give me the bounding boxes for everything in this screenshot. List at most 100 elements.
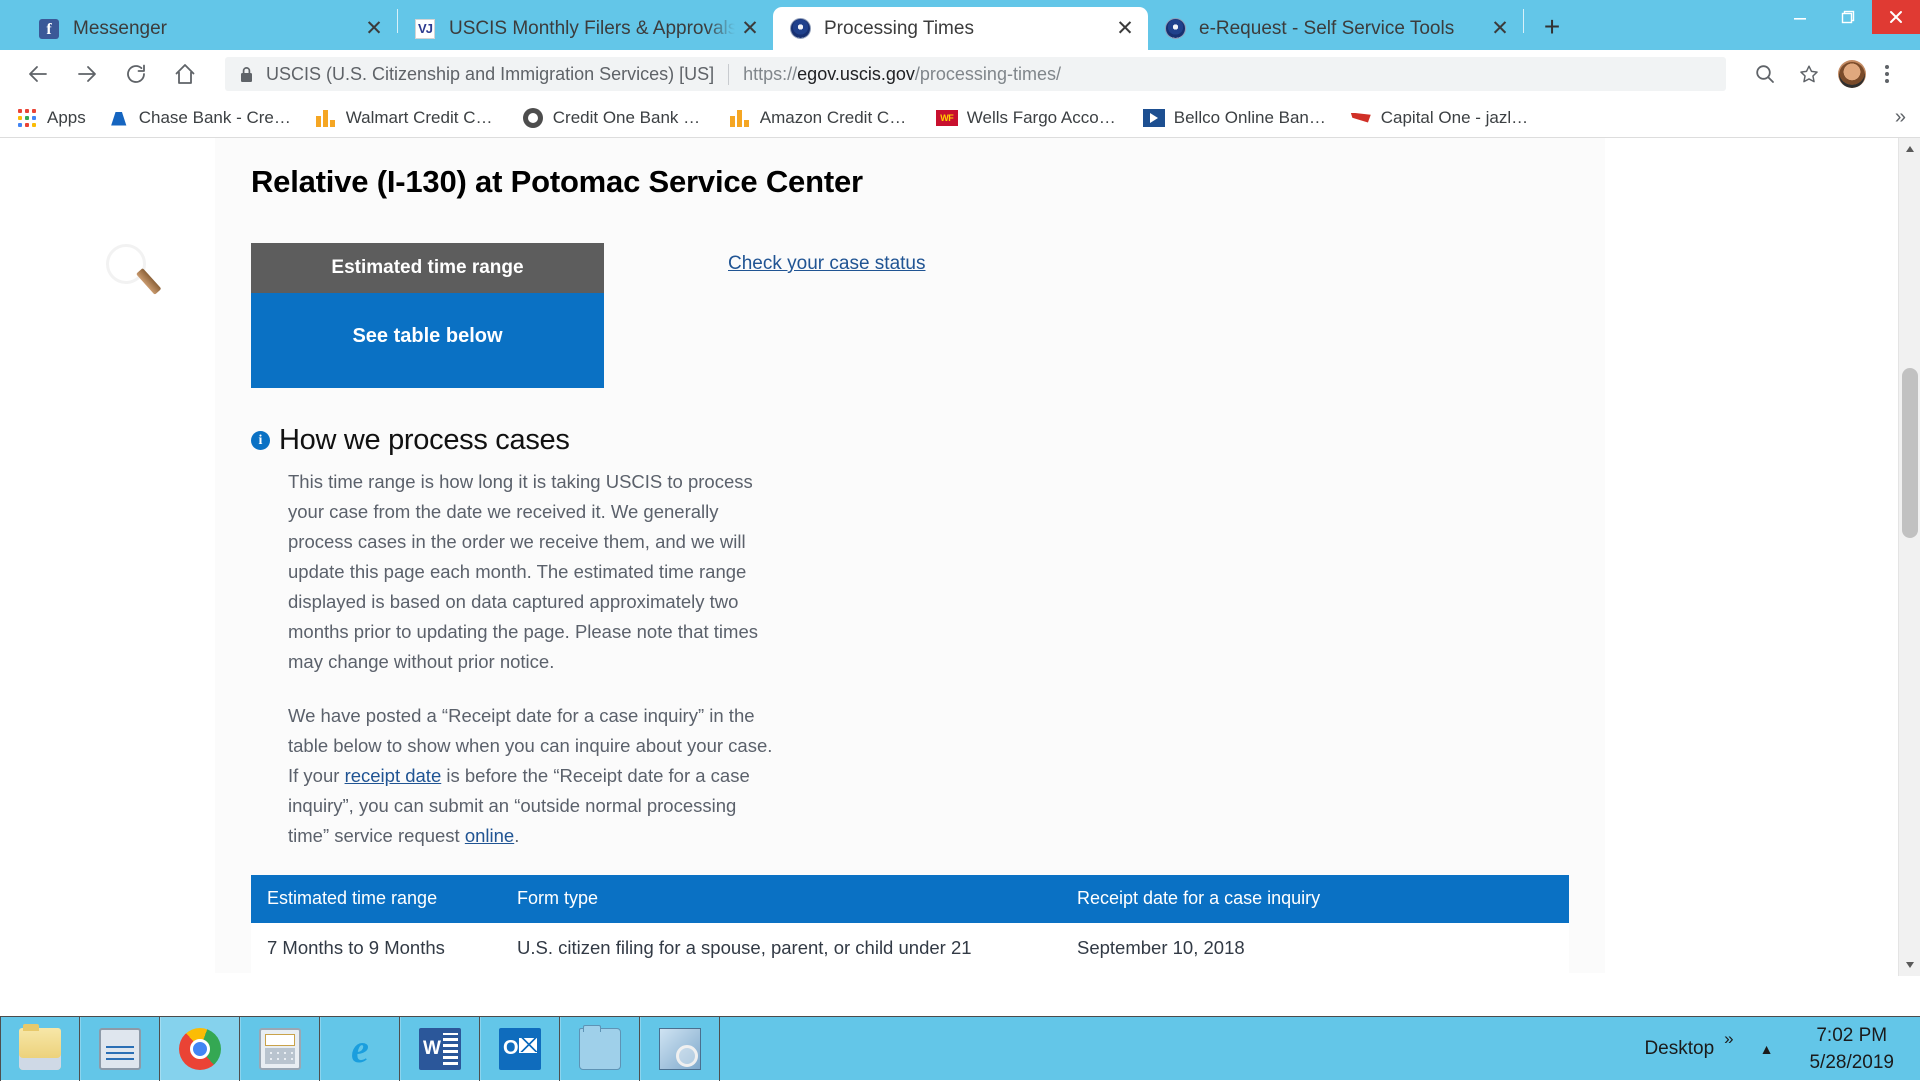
tab-processing-times[interactable]: Processing Times ✕: [773, 7, 1148, 50]
amazon-icon: [729, 107, 751, 129]
search-zoom-icon[interactable]: [1746, 55, 1784, 93]
minimize-icon[interactable]: [1776, 0, 1824, 34]
online-link[interactable]: online: [465, 825, 514, 846]
bookmark-label: Capital One - jazled...: [1381, 108, 1535, 128]
taskbar-clock[interactable]: 7:02 PM 5/28/2019: [1809, 1022, 1910, 1076]
table-header-row: Estimated time range Form type Receipt d…: [251, 875, 1569, 923]
bookmark-label: Bellco Online Banki...: [1174, 108, 1328, 128]
tab-uscis-monthly-filers[interactable]: VJ USCIS Monthly Filers & Approvals ✕: [398, 7, 773, 50]
url-text: https://egov.uscis.gov/processing-times/: [743, 64, 1061, 85]
apps-grid-icon: [16, 107, 38, 129]
forward-icon[interactable]: [67, 54, 107, 94]
windows-taskbar: e W O Desktop » ▲ 7:02 PM 5/28/2019: [0, 1016, 1920, 1080]
tab-separator: [1523, 9, 1524, 33]
tab-strip: f Messenger ✕ VJ USCIS Monthly Filers & …: [0, 0, 1920, 50]
bookmark-credit-one-bank[interactable]: Credit One Bank Of...: [522, 107, 707, 129]
paragraph-receipt-date-inquiry: We have posted a “Receipt date for a cas…: [288, 701, 776, 851]
scrollbar-thumb[interactable]: [1902, 368, 1918, 538]
folder-icon: [579, 1028, 621, 1070]
credit-one-icon: [522, 107, 544, 129]
content-card: Relative (I-130) at Potomac Service Cent…: [215, 138, 1605, 973]
taskbar-search-preview[interactable]: [640, 1017, 720, 1081]
site-identity: USCIS (U.S. Citizenship and Immigration …: [266, 64, 714, 85]
maximize-icon[interactable]: [1824, 0, 1872, 34]
taskbar-microsoft-word[interactable]: W: [400, 1017, 480, 1081]
clock-time: 7:02 PM: [1809, 1022, 1894, 1049]
microsoft-outlook-icon: O: [499, 1028, 541, 1070]
taskbar-items: e W O: [0, 1017, 720, 1081]
page-scrollbar[interactable]: [1898, 138, 1920, 976]
tray-overflow-icon[interactable]: »: [1724, 1029, 1733, 1049]
lock-icon: [239, 66, 254, 83]
taskbar-folder[interactable]: [560, 1017, 640, 1081]
toolbar-actions: [1726, 55, 1902, 93]
bookmark-bellco-online-banking[interactable]: Bellco Online Banki...: [1143, 107, 1328, 129]
home-icon[interactable]: [165, 54, 205, 94]
taskbar-internet-explorer[interactable]: e: [320, 1017, 400, 1081]
chrome-icon: [179, 1028, 221, 1070]
capital-one-icon: [1350, 107, 1372, 129]
tab-close-button[interactable]: ✕: [1110, 14, 1140, 44]
bookmark-label: Amazon Credit Car...: [760, 108, 914, 128]
address-bar[interactable]: USCIS (U.S. Citizenship and Immigration …: [225, 57, 1726, 91]
tab-close-button[interactable]: ✕: [1485, 14, 1515, 44]
tab-title: Messenger: [73, 17, 359, 41]
close-icon[interactable]: [1872, 0, 1920, 34]
tab-erequest-self-service[interactable]: e-Request - Self Service Tools ✕: [1148, 7, 1523, 50]
bookmark-capital-one[interactable]: Capital One - jazled...: [1350, 107, 1535, 129]
bookmarks-overflow-button[interactable]: »: [1895, 106, 1906, 129]
bellco-icon: [1143, 107, 1165, 129]
tab-messenger[interactable]: f Messenger ✕: [22, 7, 397, 50]
tab-title: e-Request - Self Service Tools: [1199, 17, 1485, 41]
show-hidden-icons-icon[interactable]: ▲: [1760, 1041, 1774, 1057]
bookmark-wells-fargo[interactable]: WF Wells Fargo Accoun...: [936, 107, 1121, 129]
bookmark-label: Credit One Bank Of...: [553, 108, 707, 128]
check-case-status-link[interactable]: Check your case status: [728, 253, 925, 275]
taskbar-file-explorer[interactable]: [0, 1017, 80, 1081]
new-tab-button[interactable]: +: [1532, 7, 1572, 47]
taskbar-system-monitor[interactable]: [80, 1017, 160, 1081]
bookmark-walmart-credit-card[interactable]: Walmart Credit Car...: [315, 107, 500, 129]
paragraph-text-part-3: .: [514, 825, 519, 846]
taskbar-microsoft-outlook[interactable]: O: [480, 1017, 560, 1081]
taskbar-chrome[interactable]: [160, 1017, 240, 1081]
browser-window: f Messenger ✕ VJ USCIS Monthly Filers & …: [0, 0, 1920, 1016]
table-row: 7 Months to 9 Months U.S. citizen filing…: [251, 923, 1569, 973]
url-scheme: https://: [743, 64, 797, 84]
chase-icon: [108, 107, 130, 129]
bookmark-amazon-credit-card[interactable]: Amazon Credit Car...: [729, 107, 914, 129]
browser-toolbar: USCIS (U.S. Citizenship and Immigration …: [0, 50, 1920, 98]
walmart-icon: [315, 107, 337, 129]
receipt-date-link[interactable]: receipt date: [345, 765, 442, 786]
vj-icon: VJ: [414, 18, 436, 40]
tab-close-button[interactable]: ✕: [735, 14, 765, 44]
clock-date: 5/28/2019: [1809, 1049, 1894, 1076]
file-explorer-icon: [19, 1028, 61, 1070]
microsoft-word-icon: W: [419, 1028, 461, 1070]
how-we-process-section: i How we process cases This time range i…: [215, 388, 1605, 851]
system-tray: Desktop » ▲ 7:02 PM 5/28/2019: [1644, 1017, 1920, 1081]
page-viewport: Relative (I-130) at Potomac Service Cent…: [0, 138, 1920, 976]
scroll-up-arrow-icon[interactable]: [1899, 138, 1920, 160]
bookmark-label: Apps: [47, 108, 86, 128]
url-path: /processing-times/: [915, 64, 1061, 84]
search-preview-icon: [659, 1028, 701, 1070]
estimated-range-row: Estimated time range See table below Che…: [215, 203, 1605, 388]
tab-title: USCIS Monthly Filers & Approvals: [449, 17, 735, 41]
back-icon[interactable]: [18, 54, 58, 94]
scroll-down-arrow-icon[interactable]: [1899, 954, 1920, 976]
three-dots-menu-icon[interactable]: [1872, 55, 1902, 93]
cell-form-type: U.S. citizen filing for a spouse, parent…: [501, 923, 1061, 973]
taskbar-calculator[interactable]: [240, 1017, 320, 1081]
window-controls: [1776, 0, 1920, 34]
dhs-seal-icon: [789, 18, 811, 40]
reload-icon[interactable]: [116, 54, 156, 94]
calculator-icon: [259, 1028, 301, 1070]
tab-close-button[interactable]: ✕: [359, 14, 389, 44]
bookmark-chase-bank[interactable]: Chase Bank - Credit...: [108, 107, 293, 129]
avatar[interactable]: [1838, 60, 1866, 88]
desktop-label[interactable]: Desktop: [1644, 1038, 1714, 1060]
page-content: Relative (I-130) at Potomac Service Cent…: [0, 138, 1895, 973]
star-icon[interactable]: [1790, 55, 1828, 93]
bookmark-apps[interactable]: Apps: [16, 107, 86, 129]
